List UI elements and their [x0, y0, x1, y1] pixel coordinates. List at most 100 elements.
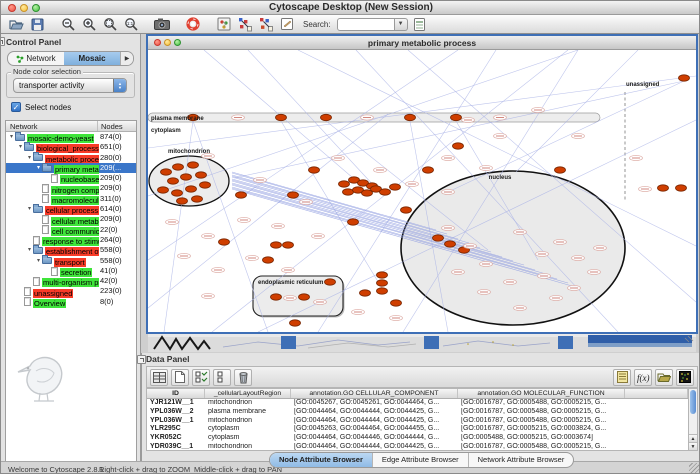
graph-node[interactable]: [658, 185, 669, 191]
graph-node[interactable]: [451, 114, 462, 120]
select-attributes-icon[interactable]: [192, 369, 210, 386]
scroll-down-icon[interactable]: ▼: [689, 442, 697, 450]
node-color-dropdown[interactable]: transporter activity ▲▼: [13, 78, 127, 93]
network-view-window[interactable]: primary metabolic process plasma membran…: [146, 34, 698, 334]
graph-node[interactable]: [377, 288, 388, 294]
table-row[interactable]: YLR295Ccytoplasm[GO:0045263, GO:0044464,…: [147, 425, 688, 434]
graph-node[interactable]: [288, 192, 299, 198]
tab-mosaic[interactable]: Mosaic: [64, 52, 120, 65]
graph-node[interactable]: [360, 290, 371, 296]
import-table-icon[interactable]: [411, 16, 429, 32]
table-row[interactable]: YKR052Ccytoplasm[GO:0044464, GO:0044446,…: [147, 434, 688, 443]
window-titlebar[interactable]: Cytoscape Desktop (New Session): [1, 1, 700, 15]
zoom-actual-size-icon[interactable]: 1:1: [122, 16, 140, 32]
graph-node[interactable]: [401, 207, 412, 213]
layout-nodes-red-icon[interactable]: [257, 16, 275, 32]
graph-node[interactable]: [172, 190, 183, 196]
graph-node[interactable]: [181, 174, 192, 180]
search-input[interactable]: [337, 18, 395, 31]
graph-node[interactable]: [325, 279, 336, 285]
scroll-up-icon[interactable]: ▲: [689, 434, 697, 442]
graph-node[interactable]: [168, 178, 179, 184]
snapshot-icon[interactable]: [153, 16, 171, 32]
graph-node[interactable]: [283, 242, 294, 248]
vizmapper-icon[interactable]: [215, 16, 233, 32]
zoom-in-icon[interactable]: [80, 16, 98, 32]
table-row[interactable]: YDR039C__1mitochondrion[GO:0044464, GO:0…: [147, 443, 688, 451]
open-folder-icon[interactable]: [655, 369, 673, 386]
graph-node[interactable]: [271, 242, 282, 248]
attribute-browser-tab[interactable]: Node Attribute Browser: [270, 453, 373, 467]
table-column-header[interactable]: ID: [147, 389, 205, 398]
graph-node[interactable]: [271, 294, 282, 300]
graph-node[interactable]: [377, 272, 388, 278]
data-panel-float-icon[interactable]: [137, 355, 146, 364]
graph-node[interactable]: [679, 75, 690, 81]
tab-network[interactable]: Network: [8, 52, 64, 65]
graph-node[interactable]: [433, 235, 444, 241]
table-column-header[interactable]: annotation.GO MOLECULAR_FUNCTION: [458, 389, 625, 398]
graph-node[interactable]: [158, 187, 169, 193]
graph-node[interactable]: [276, 114, 287, 120]
graph-node[interactable]: [423, 167, 434, 173]
select-nodes-checkbox[interactable]: ✓: [11, 102, 21, 112]
delete-attribute-icon[interactable]: [234, 369, 252, 386]
graph-node[interactable]: [348, 219, 359, 225]
graph-node[interactable]: [453, 143, 464, 149]
attribute-browser-tab[interactable]: Network Attribute Browser: [469, 453, 574, 467]
formula-icon[interactable]: f(x): [634, 369, 652, 386]
graph-node[interactable]: [390, 184, 401, 190]
graph-node[interactable]: [309, 167, 320, 173]
unselect-attributes-icon[interactable]: [213, 369, 231, 386]
disclosure-arrow-icon[interactable]: ▾: [26, 245, 33, 255]
graph-node[interactable]: [263, 257, 274, 263]
graph-node[interactable]: [186, 186, 197, 192]
matrix-icon[interactable]: [676, 369, 694, 386]
graph-node[interactable]: [445, 241, 456, 247]
graph-node[interactable]: [343, 189, 354, 195]
table-column-header[interactable]: annotation.GO CELLULAR_COMPONENT: [291, 389, 458, 398]
graph-node[interactable]: [321, 114, 332, 120]
tab-overflow-arrow-icon[interactable]: ▶: [120, 52, 133, 65]
new-attribute-icon[interactable]: [171, 369, 189, 386]
graph-node[interactable]: [405, 114, 416, 120]
table-scrollbar[interactable]: ▲ ▼: [688, 388, 698, 451]
network-canvas[interactable]: plasma membranecytoplasmmitochondrionnuc…: [148, 50, 696, 332]
save-icon[interactable]: [28, 16, 46, 32]
table-row[interactable]: YJR121W__1mitochondrion[GO:0045267, GO:0…: [147, 399, 688, 408]
table-row[interactable]: YPL036W__2plasma membrane[GO:0044464, GO…: [147, 408, 688, 417]
graph-node[interactable]: [339, 181, 350, 187]
search-dropdown-icon[interactable]: ▼: [395, 18, 408, 31]
graph-node[interactable]: [188, 162, 199, 168]
graph-node[interactable]: [555, 167, 566, 173]
graph-node[interactable]: [290, 320, 301, 326]
table-column-header[interactable]: [625, 389, 688, 398]
graph-node[interactable]: [299, 294, 310, 300]
tree-row[interactable]: Overview8(0): [6, 297, 136, 307]
layout-nodes-blue-icon[interactable]: [236, 16, 254, 32]
disclosure-arrow-icon[interactable]: ▾: [26, 204, 33, 214]
notepad-icon[interactable]: [613, 369, 631, 386]
graph-node[interactable]: [377, 280, 388, 286]
resize-grip[interactable]: [689, 463, 699, 473]
zoom-out-icon[interactable]: [59, 16, 77, 32]
float-panel-icon[interactable]: [0, 37, 5, 46]
network-view-titlebar[interactable]: primary metabolic process: [148, 36, 696, 50]
graph-node[interactable]: [173, 164, 184, 170]
graph-node[interactable]: [380, 189, 391, 195]
attribute-table-icon[interactable]: [150, 369, 168, 386]
graph-node[interactable]: [676, 185, 687, 191]
disclosure-arrow-icon[interactable]: ▾: [35, 256, 42, 266]
zoom-fit-selected-icon[interactable]: [101, 16, 119, 32]
disclosure-arrow-icon[interactable]: ▾: [17, 142, 24, 152]
table-column-header[interactable]: _cellularLayoutRegion: [205, 389, 291, 398]
help-icon[interactable]: [184, 16, 202, 32]
attribute-browser-tab[interactable]: Edge Attribute Browser: [373, 453, 469, 467]
network-graph[interactable]: plasma membranecytoplasmmitochondrionnuc…: [148, 50, 696, 332]
graph-node[interactable]: [192, 196, 203, 202]
table-row[interactable]: YPL036W__1mitochondrion[GO:0044464, GO:0…: [147, 417, 688, 426]
graph-node[interactable]: [196, 172, 207, 178]
disclosure-arrow-icon[interactable]: ▾: [8, 132, 15, 142]
graph-node[interactable]: [236, 192, 247, 198]
disclosure-arrow-icon[interactable]: ▾: [35, 163, 42, 173]
